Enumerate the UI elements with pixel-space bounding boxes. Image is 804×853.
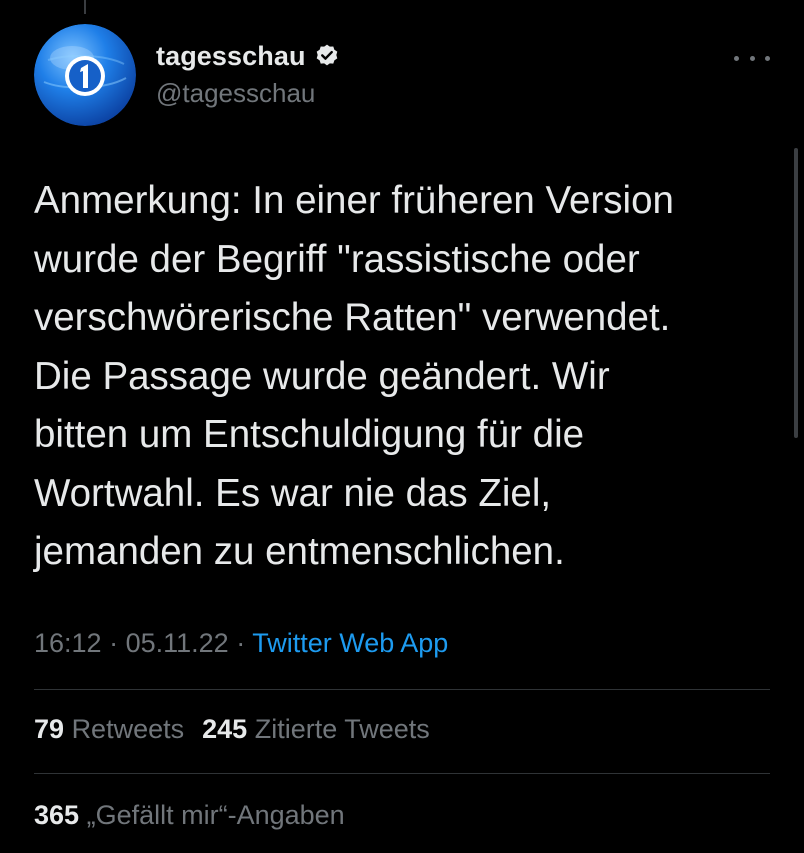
author-handle[interactable]: @tagesschau	[156, 78, 340, 109]
meta-separator: ·	[101, 628, 126, 658]
avatar[interactable]	[34, 24, 136, 126]
divider	[34, 773, 770, 774]
meta-separator: ·	[228, 628, 253, 658]
tweet-author[interactable]: tagesschau @tagesschau	[156, 40, 340, 109]
likes-count: 365	[34, 800, 80, 830]
more-options-icon[interactable]	[734, 48, 770, 68]
retweets-label: Retweets	[71, 714, 185, 744]
tweet-text: Anmerkung: In einer früheren Version wur…	[34, 179, 674, 573]
more-dot	[734, 55, 739, 61]
more-dot	[765, 55, 770, 61]
divider	[34, 689, 770, 690]
quotes-label: Zitierte Tweets	[254, 714, 430, 744]
scrollbar[interactable]	[794, 148, 798, 438]
author-display-name[interactable]: tagesschau	[156, 41, 306, 72]
tagesschau-logo-icon	[34, 24, 136, 126]
retweets-count: 79	[34, 714, 65, 744]
tweet-source-link[interactable]: Twitter Web App	[252, 628, 448, 658]
engagement-stats: 79 Retweets 245 Zitierte Tweets	[34, 714, 430, 745]
likes-label: „Gefällt mir“-Angaben	[86, 800, 345, 830]
quotes-stat[interactable]: 245 Zitierte Tweets	[202, 714, 430, 744]
retweets-stat[interactable]: 79 Retweets	[34, 714, 184, 744]
quotes-count: 245	[202, 714, 248, 744]
thread-connector-line	[84, 0, 86, 14]
tweet-date[interactable]: 05.11.22	[126, 628, 229, 658]
likes-stat[interactable]: 365 „Gefällt mir“-Angaben	[34, 800, 345, 831]
tweet-time[interactable]: 16:12	[34, 628, 102, 658]
verified-badge-icon	[314, 43, 340, 69]
more-dot	[749, 55, 755, 61]
tweet-meta: 16:12 · 05.11.22 · Twitter Web App	[34, 628, 448, 659]
